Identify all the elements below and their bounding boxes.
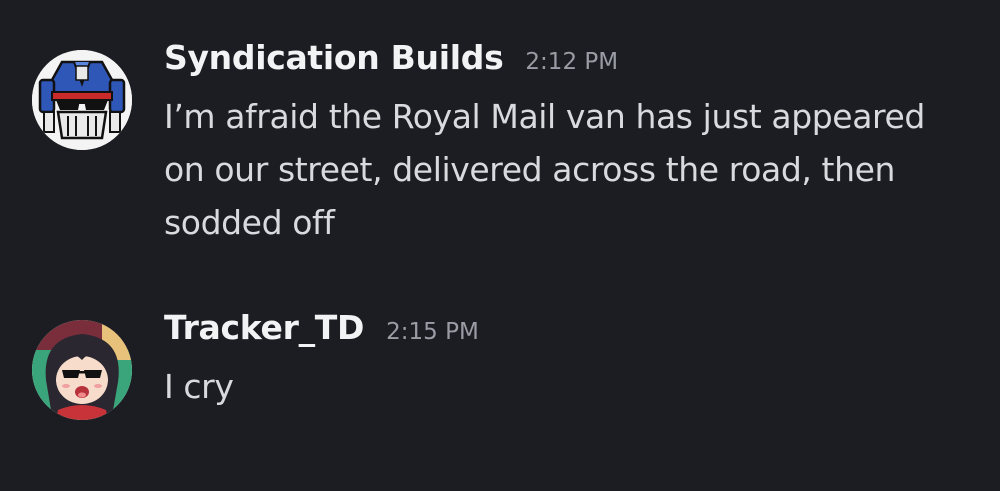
message-content: Tracker_TD 2:15 PM I cry [164, 308, 964, 413]
username[interactable]: Tracker_TD [164, 308, 364, 347]
avatar[interactable] [32, 50, 132, 150]
message-text: I cry [164, 367, 234, 406]
message-header: Syndication Builds 2:12 PM [164, 38, 964, 90]
chat-messages: Syndication Builds 2:12 PM I’m afraid th… [0, 0, 1000, 491]
anime-character-avatar-icon [32, 320, 132, 420]
message-text: I’m afraid the Royal Mail van has just a… [164, 97, 925, 242]
username[interactable]: Syndication Builds [164, 38, 504, 77]
robot-face-avatar-icon [32, 50, 132, 150]
avatar[interactable] [32, 320, 132, 420]
timestamp: 2:15 PM [386, 319, 479, 345]
message-content: Syndication Builds 2:12 PM I’m afraid th… [164, 38, 964, 249]
message-header: Tracker_TD 2:15 PM [164, 308, 964, 360]
timestamp: 2:12 PM [525, 49, 619, 75]
